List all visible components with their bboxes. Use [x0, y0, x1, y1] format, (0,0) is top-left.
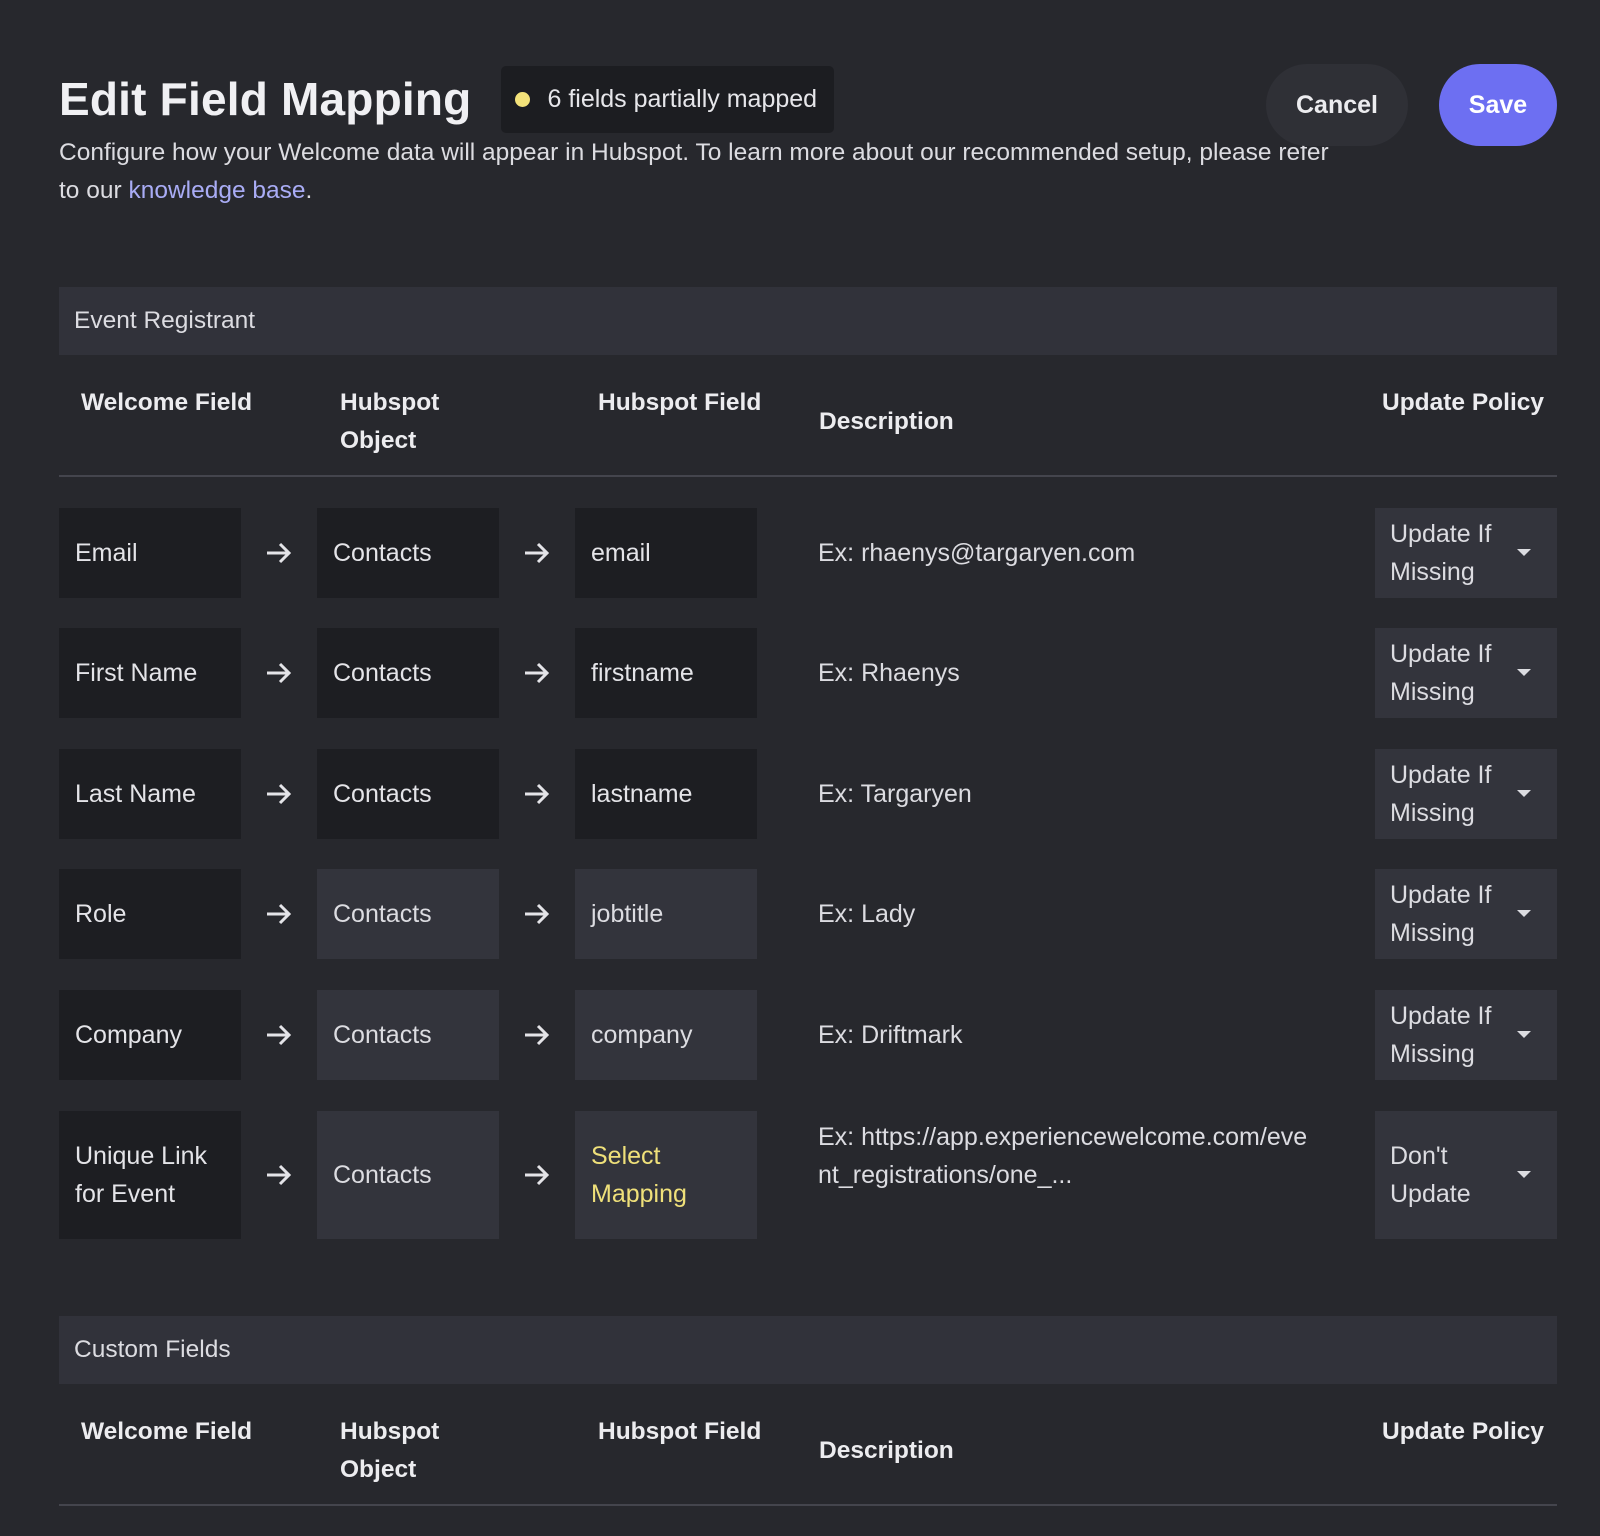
column-header-hubspot-object: Hubspot Object: [340, 1418, 440, 1483]
select-mapping-field[interactable]: Select Mapping: [575, 1111, 757, 1239]
caret-down-icon: [1517, 549, 1531, 556]
knowledge-base-link[interactable]: knowledge base: [128, 177, 305, 204]
column-header-hubspot-field: Hubspot Field: [598, 389, 762, 416]
cancel-button[interactable]: Cancel: [1266, 64, 1408, 146]
page-header: Edit Field Mapping 6 fields partially ma…: [59, 64, 1557, 210]
update-policy-value: Update If Missing: [1390, 640, 1492, 706]
caret-down-icon: [1517, 910, 1531, 917]
welcome-field-cell: Unique Link for Event: [59, 1111, 241, 1239]
description-text: Ex: https://app.experiencewelcome.com/ev…: [818, 1123, 1308, 1189]
update-policy-dropdown[interactable]: Update If Missing: [1375, 628, 1557, 718]
section-header-event-registrant: Event Registrant: [59, 287, 1557, 355]
hubspot-object-cell[interactable]: Contacts: [317, 869, 499, 959]
description-text: Ex: Driftmark: [818, 1021, 963, 1049]
column-header-hubspot-object: Hubspot Object: [340, 389, 440, 454]
header-divider: [59, 475, 1557, 477]
hubspot-field-cell[interactable]: jobtitle: [575, 869, 757, 959]
arrow-right-icon: [525, 783, 550, 805]
update-policy-value: Update If Missing: [1390, 761, 1492, 827]
section-header-custom-fields: Custom Fields: [59, 1316, 1557, 1384]
update-policy-dropdown[interactable]: Update If Missing: [1375, 508, 1557, 598]
description-text: Ex: rhaenys@targaryen.com: [818, 539, 1136, 567]
update-policy-dropdown[interactable]: Update If Missing: [1375, 990, 1557, 1080]
hubspot-field-cell[interactable]: company: [575, 990, 757, 1080]
hubspot-object-cell[interactable]: Contacts: [317, 628, 499, 718]
description-text: Ex: Rhaenys: [818, 659, 960, 687]
hubspot-field-cell[interactable]: firstname: [575, 628, 757, 718]
welcome-field-cell: First Name: [59, 628, 241, 718]
column-header-update-policy: Update Policy: [1382, 1418, 1545, 1445]
header-actions: Cancel Save: [1266, 64, 1557, 146]
description-text: Ex: Targaryen: [818, 780, 972, 808]
arrow-right-icon: [525, 1024, 550, 1046]
update-policy-value: Update If Missing: [1390, 520, 1492, 586]
welcome-field-cell: Email: [59, 508, 241, 598]
arrow-right-icon: [525, 1164, 550, 1186]
column-header-update-policy: Update Policy: [1382, 389, 1545, 416]
hubspot-field-cell[interactable]: lastname: [575, 749, 757, 839]
subtitle-end: .: [305, 177, 313, 204]
status-dot-icon: [515, 91, 531, 107]
page-subtitle: Configure how your Welcome data will app…: [59, 134, 1339, 210]
arrow-right-icon: [267, 1164, 292, 1186]
status-badge: 6 fields partially mapped: [501, 65, 835, 133]
caret-down-icon: [1517, 1171, 1531, 1178]
column-header-hubspot-field: Hubspot Field: [598, 1418, 762, 1445]
hubspot-object-cell[interactable]: Contacts: [317, 508, 499, 598]
caret-down-icon: [1517, 1031, 1531, 1038]
description-text: Ex: Lady: [818, 900, 916, 928]
update-policy-dropdown[interactable]: Update If Missing: [1375, 749, 1557, 839]
update-policy-value: Update If Missing: [1390, 881, 1492, 947]
update-policy-value: Update If Missing: [1390, 1002, 1492, 1068]
column-header-welcome-field: Welcome Field: [81, 389, 253, 416]
page-title: Edit Field Mapping: [59, 73, 472, 125]
welcome-field-cell: Company: [59, 990, 241, 1080]
status-badge-label: 6 fields partially mapped: [547, 84, 818, 113]
caret-down-icon: [1517, 790, 1531, 797]
hubspot-field-cell[interactable]: email: [575, 508, 757, 598]
arrow-right-icon: [267, 542, 292, 564]
hubspot-object-cell[interactable]: Contacts: [317, 990, 499, 1080]
arrow-right-icon: [267, 903, 292, 925]
welcome-field-cell: Last Name: [59, 749, 241, 839]
arrow-right-icon: [267, 662, 292, 684]
arrow-right-icon: [267, 783, 292, 805]
arrow-right-icon: [525, 542, 550, 564]
column-header-description: Description: [819, 408, 954, 435]
hubspot-object-cell[interactable]: Contacts: [317, 1111, 499, 1239]
arrow-right-icon: [267, 1024, 292, 1046]
header-divider: [59, 1504, 1557, 1506]
section-title: Custom Fields: [74, 1336, 231, 1363]
update-policy-value: Don't Update: [1390, 1142, 1471, 1208]
column-header-welcome-field: Welcome Field: [81, 1418, 253, 1445]
welcome-field-cell: Role: [59, 869, 241, 959]
column-header-description: Description: [819, 1437, 954, 1464]
save-button[interactable]: Save: [1439, 64, 1557, 146]
caret-down-icon: [1517, 669, 1531, 676]
update-policy-dropdown[interactable]: Update If Missing: [1375, 869, 1557, 959]
update-policy-dropdown[interactable]: Don't Update: [1375, 1111, 1557, 1239]
arrow-right-icon: [525, 662, 550, 684]
hubspot-object-cell[interactable]: Contacts: [317, 749, 499, 839]
arrow-right-icon: [525, 903, 550, 925]
section-title: Event Registrant: [74, 307, 256, 334]
